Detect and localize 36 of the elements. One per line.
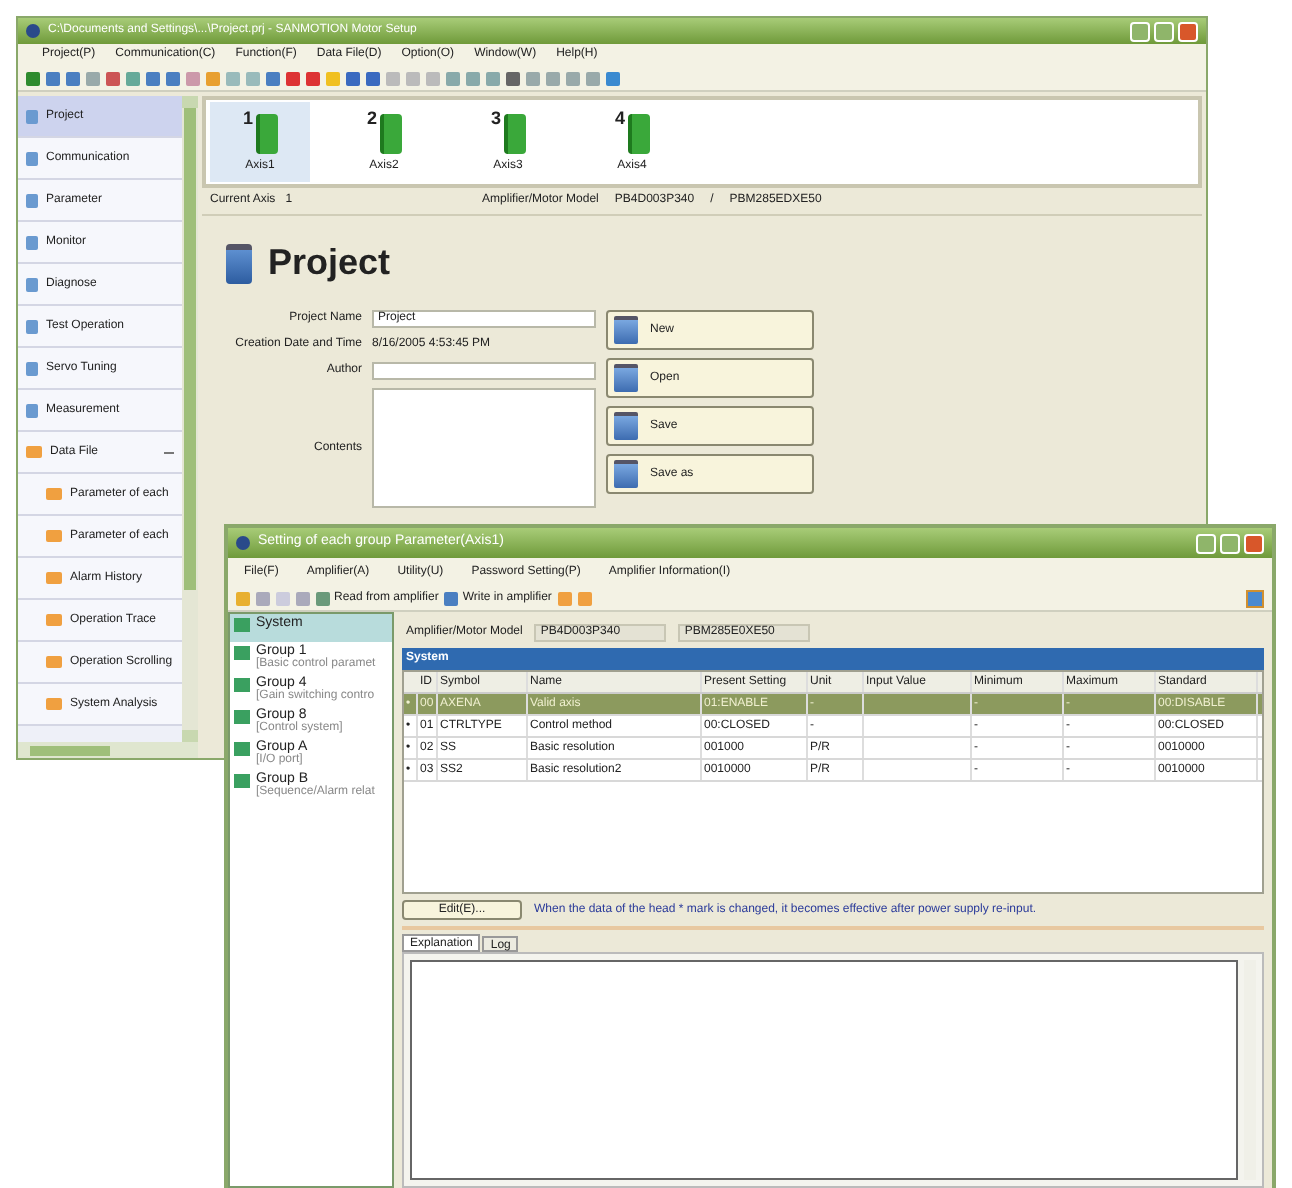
input-field[interactable] (372, 362, 596, 380)
folder-icon (46, 572, 62, 584)
help-icon[interactable] (1246, 589, 1264, 607)
amplifier-icon (379, 113, 401, 153)
axis-number: 1 (242, 109, 253, 127)
folder-icon (46, 698, 62, 710)
axis-number: 3 (490, 109, 501, 127)
folder-icon (46, 530, 62, 542)
close-icon[interactable] (1244, 533, 1264, 553)
clipboard-icon (614, 316, 638, 344)
amplifier-icon (503, 113, 525, 153)
vertical-scrollbar[interactable] (182, 96, 198, 742)
folder-icon (46, 614, 62, 626)
app-icon (236, 536, 250, 550)
close-icon[interactable] (1178, 21, 1198, 41)
clipboard-icon (226, 243, 252, 283)
amplifier-icon (255, 113, 277, 153)
maximize-icon[interactable] (1220, 533, 1240, 553)
maximize-icon[interactable] (1154, 21, 1174, 41)
axis-number: 2 (366, 109, 377, 127)
folder-icon (26, 446, 42, 458)
minimize-icon[interactable] (1196, 533, 1216, 553)
read-icon (316, 591, 330, 605)
amplifier-icon (627, 113, 649, 153)
clipboard-icon (614, 460, 638, 488)
contents-field[interactable] (372, 388, 596, 508)
page-heading: Project (268, 240, 391, 286)
app-icon (26, 24, 40, 38)
axis-number: 4 (614, 109, 625, 127)
clipboard-icon (614, 412, 638, 440)
write-icon (444, 591, 459, 605)
horizontal-scrollbar[interactable] (18, 742, 198, 758)
folder-icon (46, 488, 62, 500)
folder-icon (46, 656, 62, 668)
clipboard-icon (614, 364, 638, 392)
minimize-icon[interactable] (1130, 21, 1150, 41)
